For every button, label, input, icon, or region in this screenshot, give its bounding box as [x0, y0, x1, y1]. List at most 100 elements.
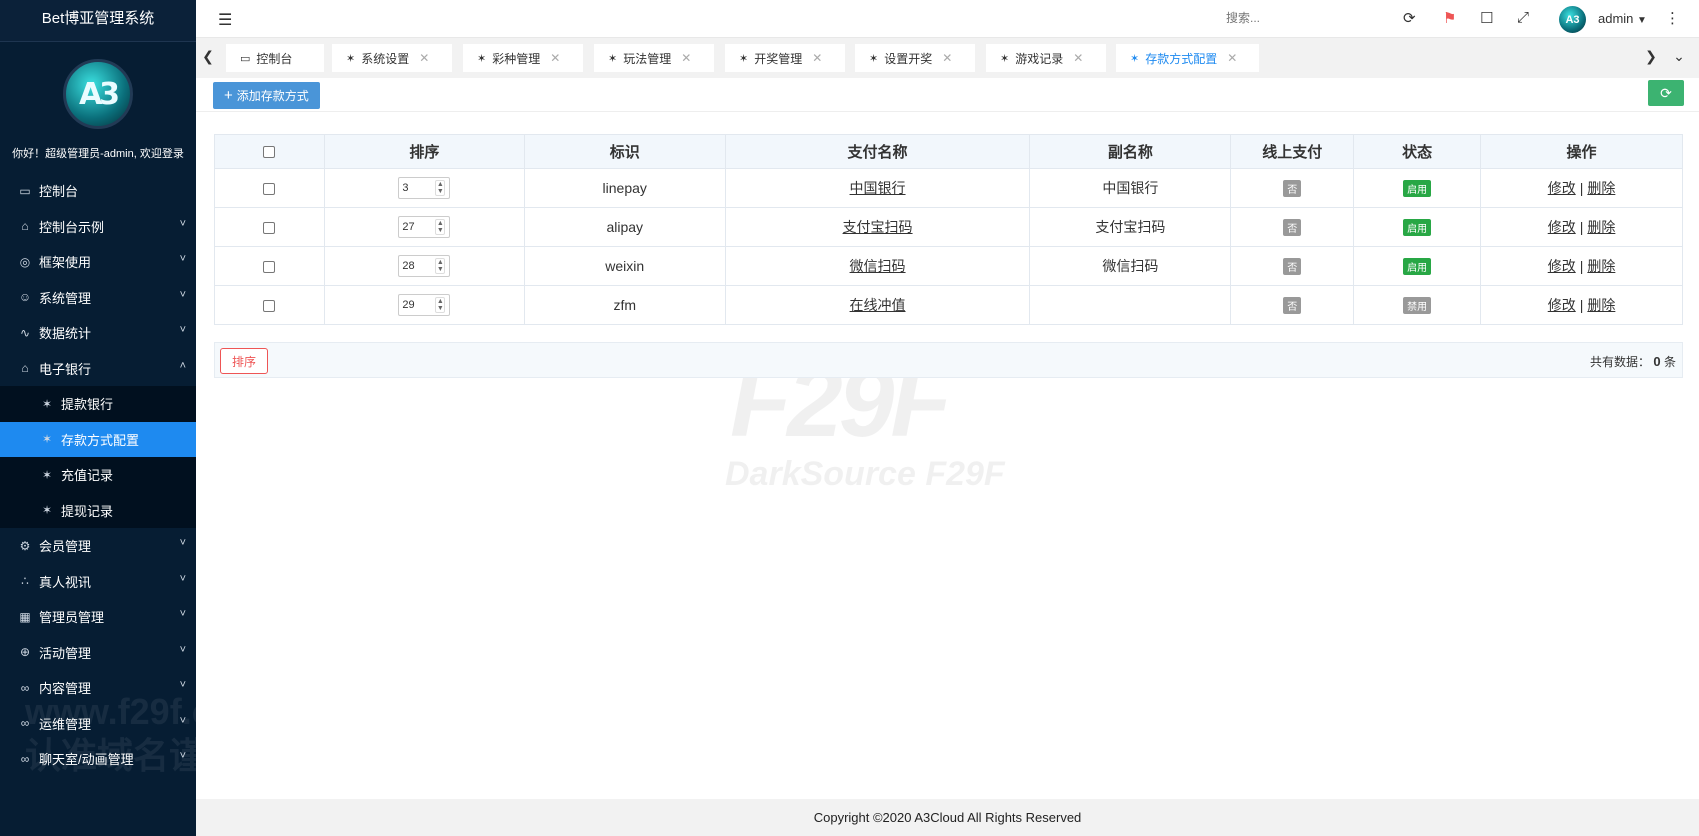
sort-order-stepper[interactable]: 28 ▲ ▼	[398, 255, 451, 277]
close-tab-icon[interactable]: ✕	[419, 51, 429, 65]
edit-link[interactable]: 修改	[1548, 297, 1576, 313]
status-cell: 启用	[1353, 168, 1482, 208]
actions-cell: 修改 | 删除	[1480, 207, 1683, 247]
delete-link[interactable]: 删除	[1587, 297, 1615, 313]
more-vertical-icon[interactable]: ⋮	[1665, 9, 1680, 27]
tab[interactable]: ✶ 彩种管理 ✕	[463, 44, 583, 72]
sidebar-item[interactable]: ☺ 系统管理 ˅	[0, 280, 196, 316]
tab-label: 开奖管理	[754, 51, 803, 66]
row-checkbox[interactable]	[263, 183, 276, 196]
sidebar-item[interactable]: ✶ 存款方式配置	[0, 421, 196, 457]
sidebar-item-label: 充值记录	[61, 468, 114, 484]
stepper-arrows-icon[interactable]: ▲ ▼	[435, 180, 446, 196]
tabs-scroll-left-icon[interactable]: ❮	[198, 48, 218, 65]
tab[interactable]: ✶ 玩法管理 ✕	[594, 44, 714, 72]
palm-icon: ✶	[41, 503, 53, 518]
sidebar-item[interactable]: ∴ 真人视讯 ˅	[0, 564, 196, 600]
lock-icon[interactable]: ☐	[1480, 9, 1493, 27]
stepper-arrows-icon[interactable]: ▲ ▼	[435, 297, 446, 313]
chevron-down-icon: ˅	[179, 608, 186, 620]
stepper-arrows-icon[interactable]: ▲ ▼	[435, 219, 446, 235]
status-badge[interactable]: 启用	[1403, 257, 1432, 275]
tab[interactable]: ✶ 开奖管理 ✕	[725, 44, 845, 72]
close-tab-icon[interactable]: ✕	[550, 51, 560, 65]
online-badge[interactable]: 否	[1283, 257, 1302, 275]
refresh-button[interactable]: ⟳	[1648, 80, 1684, 106]
sidebar-item[interactable]: ✶ 提现记录	[0, 492, 196, 528]
code-cell: zfm	[523, 285, 726, 325]
column-header: 副名称	[1029, 134, 1232, 169]
sort-order-stepper[interactable]: 27 ▲ ▼	[398, 216, 451, 238]
tab[interactable]: ✶ 系统设置 ✕	[332, 44, 452, 72]
online-badge[interactable]: 否	[1283, 179, 1302, 197]
sidebar-item[interactable]: ✶ 提款银行	[0, 386, 196, 422]
sidebar-item[interactable]: ✶ 充值记录	[0, 457, 196, 493]
sidebar-item[interactable]: ∿ 数据统计 ˅	[0, 315, 196, 351]
close-tab-icon[interactable]: ✕	[812, 51, 822, 65]
user-menu[interactable]: admin ▼	[1598, 11, 1647, 26]
close-tab-icon[interactable]: ✕	[1073, 51, 1083, 65]
payment-name-link[interactable]: 在线冲值	[850, 297, 906, 313]
edit-link[interactable]: 修改	[1548, 180, 1576, 196]
tab-label: 存款方式配置	[1145, 51, 1218, 66]
sidebar-item[interactable]: ⌂ 控制台示例 ˅	[0, 209, 196, 245]
tab[interactable]: ✶ 游戏记录 ✕	[986, 44, 1106, 72]
gear-icon: ⚙	[19, 538, 31, 553]
payment-name-link[interactable]: 微信扫码	[850, 258, 906, 274]
refresh-icon[interactable]: ⟳	[1403, 9, 1416, 27]
sort-order-stepper[interactable]: 29 ▲ ▼	[398, 294, 451, 316]
sidebar-item[interactable]: ⊕ 活动管理 ˅	[0, 635, 196, 671]
tab[interactable]: ▭ 控制台	[226, 44, 324, 72]
row-select-cell	[214, 168, 325, 208]
sidebar: Bet博亚管理系统 A3 你好！超级管理员-admin, 欢迎登录 ▭ 控制台 ⌂ 控…	[0, 0, 313, 836]
close-tab-icon[interactable]: ✕	[942, 51, 952, 65]
row-checkbox[interactable]	[263, 300, 276, 313]
code-cell: alipay	[523, 207, 726, 247]
sidebar-item-label: 会员管理	[39, 539, 92, 555]
avatar[interactable]: A3	[1559, 6, 1586, 33]
name-cell: 中国银行	[724, 168, 1031, 208]
sidebar-item-label: 系统管理	[39, 290, 92, 306]
delete-link[interactable]: 删除	[1587, 258, 1615, 274]
edit-link[interactable]: 修改	[1548, 219, 1576, 235]
sidebar-item[interactable]: ⌂ 电子银行 ˄	[0, 351, 196, 387]
palm-icon: ✶	[477, 52, 487, 65]
user-icon: ☺	[18, 290, 32, 305]
sort-button[interactable]: 排序	[220, 348, 268, 374]
search-input[interactable]	[1226, 11, 1346, 25]
status-badge[interactable]: 启用	[1403, 218, 1432, 236]
tabs-scroll-right-icon[interactable]: ❯	[1641, 48, 1661, 65]
add-button-label: 添加存款方式	[236, 89, 309, 103]
sidebar-item[interactable]: ⚙ 会员管理 ˅	[0, 528, 196, 564]
fullscreen-icon[interactable]: ⤢	[1517, 9, 1529, 26]
select-all-checkbox[interactable]	[263, 146, 276, 159]
column-header: 支付名称	[724, 134, 1031, 169]
sidebar-item[interactable]: ◎ 框架使用 ˅	[0, 244, 196, 280]
online-badge[interactable]: 否	[1283, 296, 1302, 314]
row-checkbox[interactable]	[263, 261, 276, 274]
close-tab-icon[interactable]: ✕	[1227, 51, 1237, 65]
close-tab-icon[interactable]: ✕	[681, 51, 691, 65]
online-badge[interactable]: 否	[1283, 218, 1302, 236]
menu-toggle-icon[interactable]: ☰	[218, 10, 232, 30]
status-badge[interactable]: 禁用	[1403, 296, 1432, 314]
tabs-dropdown-icon[interactable]: ⌄	[1669, 48, 1689, 65]
sidebar-item[interactable]: ▭ 控制台	[0, 173, 196, 209]
row-select-cell	[214, 207, 325, 247]
tab[interactable]: ✶ 设置开奖 ✕	[855, 44, 975, 72]
sidebar-item-label: 控制台示例	[39, 219, 105, 235]
delete-link[interactable]: 删除	[1587, 219, 1615, 235]
pulse-icon: ∿	[19, 325, 31, 340]
stepper-arrows-icon[interactable]: ▲ ▼	[435, 258, 446, 274]
edit-link[interactable]: 修改	[1548, 258, 1576, 274]
tab[interactable]: ✶ 存款方式配置 ✕	[1116, 44, 1259, 72]
delete-link[interactable]: 删除	[1587, 180, 1615, 196]
row-checkbox[interactable]	[263, 222, 276, 235]
sort-order-stepper[interactable]: 3 ▲ ▼	[398, 177, 451, 199]
bell-icon[interactable]: ⚑	[1443, 9, 1456, 27]
payment-name-link[interactable]: 支付宝扫码	[843, 219, 913, 235]
add-deposit-method-button[interactable]: + 添加存款方式	[213, 82, 320, 109]
status-badge[interactable]: 启用	[1403, 179, 1432, 197]
sidebar-item[interactable]: ▦ 管理员管理 ˅	[0, 599, 196, 635]
payment-name-link[interactable]: 中国银行	[850, 180, 906, 196]
